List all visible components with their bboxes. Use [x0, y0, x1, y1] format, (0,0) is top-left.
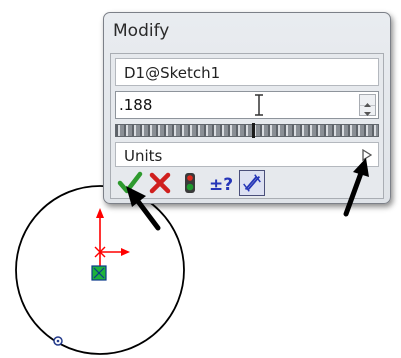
rebuild-button[interactable] — [177, 170, 203, 196]
modify-dialog[interactable]: Modify D1@Sketch1 Units — [103, 12, 391, 204]
units-label: Units — [124, 147, 163, 165]
mark-for-drawing-icon — [243, 174, 261, 192]
mark-for-drawing-button[interactable] — [239, 170, 265, 196]
arrow-down-icon — [364, 112, 371, 116]
cancel-button[interactable] — [147, 170, 173, 196]
ok-checkmark-icon — [117, 171, 143, 194]
dialog-title: Modify — [113, 21, 170, 41]
thumbwheel-marker — [252, 123, 255, 138]
circle-center-point[interactable] — [91, 265, 107, 281]
sketch-origin-axes — [94, 208, 130, 275]
rebuild-traffic-light-icon — [185, 173, 195, 193]
dimension-name-field: D1@Sketch1 — [115, 58, 379, 86]
value-thumbwheel[interactable] — [115, 123, 379, 138]
dialog-body: D1@Sketch1 Units — [110, 53, 384, 199]
cancel-x-icon — [149, 172, 171, 194]
text-cursor-icon — [255, 94, 263, 116]
units-flyout[interactable]: Units — [115, 142, 379, 167]
dimension-value-input[interactable] — [119, 95, 339, 115]
dimension-value-field[interactable] — [115, 91, 379, 119]
reverse-dimension-button[interactable]: ±? — [207, 170, 233, 196]
svg-text:±?: ±? — [209, 175, 233, 195]
sketch-point-icon — [53, 336, 63, 346]
spin-down-button[interactable] — [360, 105, 375, 116]
ok-button[interactable] — [117, 170, 143, 196]
value-spinner[interactable] — [359, 94, 376, 116]
reverse-dimension-icon: ±? — [209, 175, 233, 195]
flyout-arrow-icon — [362, 149, 372, 161]
dialog-toolbar: ±? — [115, 170, 295, 196]
